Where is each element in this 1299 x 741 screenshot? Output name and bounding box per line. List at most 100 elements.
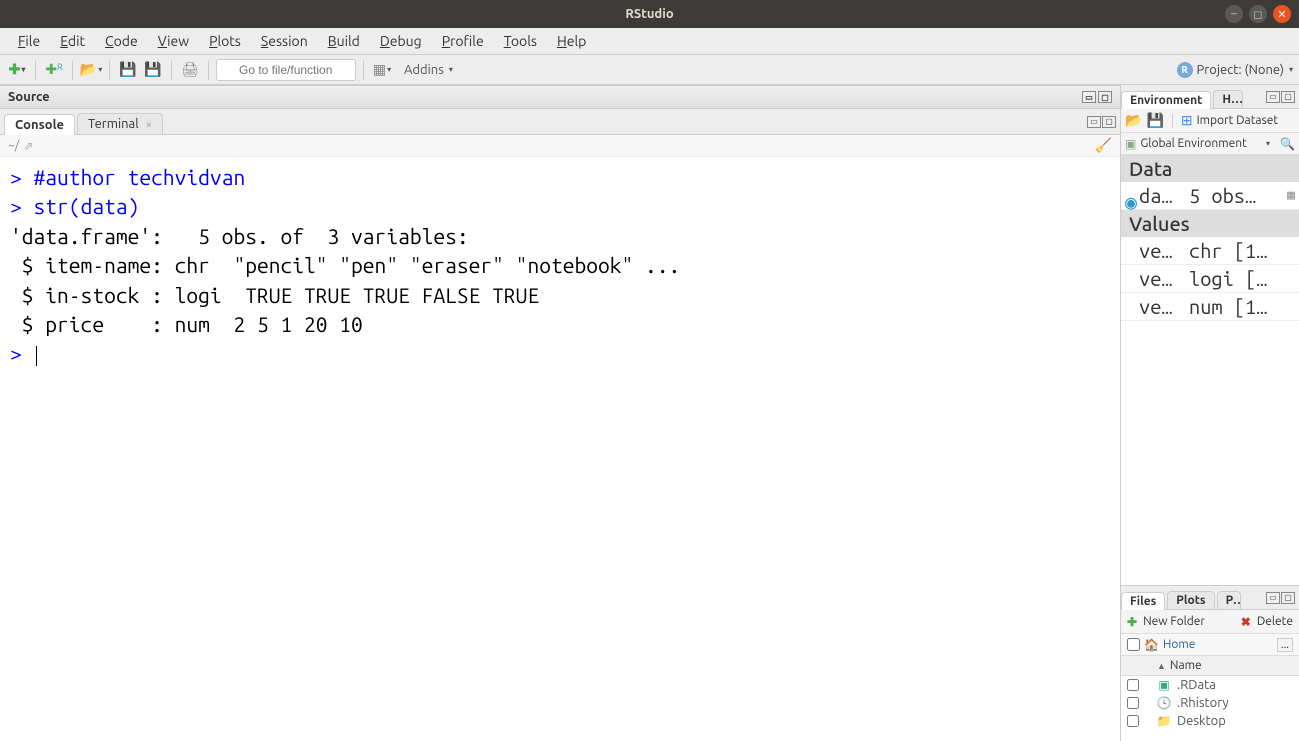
menu-session[interactable]: Session (251, 31, 318, 51)
files-list: ▣.RData🕓.Rhistory📁Desktop (1121, 676, 1299, 741)
menu-build[interactable]: Build (318, 31, 370, 51)
file-checkbox[interactable] (1127, 697, 1139, 709)
env-minimize-icon[interactable]: ▭ (1266, 91, 1280, 103)
separator (1172, 114, 1173, 128)
plots-tab[interactable]: Plots (1167, 591, 1214, 610)
window-titlebar: RStudio – ◻ ✕ (0, 0, 1299, 28)
env-maximize-icon[interactable]: ▢ (1281, 91, 1295, 103)
new-folder-button[interactable]: New Folder (1143, 615, 1205, 628)
open-file-icon[interactable]: 📂▾ (80, 59, 102, 81)
new-folder-plus-icon: ✚ (1127, 615, 1137, 629)
environment-tab[interactable]: Environment (1121, 91, 1211, 109)
project-indicator[interactable]: R Project: (None) ▾ (1177, 62, 1293, 78)
console-line: $ price : num 2 5 1 20 10 (10, 310, 1110, 339)
menu-file[interactable]: File (8, 31, 50, 51)
new-file-icon[interactable]: ✚▾ (6, 59, 28, 81)
console-line: 'data.frame': 5 obs. of 3 variables: (10, 222, 1110, 251)
rdata-file-icon: ▣ (1157, 678, 1171, 692)
files-column-header: ▲ Name (1121, 656, 1299, 676)
files-maximize-icon[interactable]: ▢ (1281, 592, 1295, 604)
packages-tab[interactable]: Pa (1217, 591, 1241, 610)
console-body[interactable]: > #author techvidvan> str(data)'data.fra… (0, 157, 1120, 741)
new-project-icon[interactable]: ✚R (43, 59, 65, 81)
menu-plots[interactable]: Plots (199, 31, 251, 51)
view-data-icon[interactable]: ▦ (1287, 188, 1295, 203)
menu-help[interactable]: Help (547, 31, 596, 51)
menu-code[interactable]: Code (95, 31, 148, 51)
source-maximize-icon[interactable]: ▢ (1098, 91, 1112, 103)
console-tab[interactable]: Console (4, 114, 75, 135)
terminal-close-icon[interactable]: × (146, 119, 152, 131)
files-breadcrumb: 🏠 Home ... (1121, 634, 1299, 656)
console-line: > #author techvidvan (10, 163, 1110, 192)
separator (171, 60, 172, 80)
env-row[interactable]: ve…num [1… (1121, 293, 1299, 321)
file-row[interactable]: ▣.RData (1121, 676, 1299, 694)
save-all-icon[interactable]: 💾 (142, 59, 164, 81)
console-tabs: Console Terminal × ▭ ▢ (0, 109, 1120, 135)
console-maximize-icon[interactable]: ▢ (1102, 116, 1116, 128)
home-icon[interactable]: 🏠 (1144, 638, 1159, 652)
menu-tools[interactable]: Tools (494, 31, 547, 51)
console-line: $ item-name: chr "pencil" "pen" "eraser"… (10, 251, 1110, 280)
main-area: Source ▭ ▢ Console Terminal × ▭ ▢ ~/ ⇗ 🧹… (0, 85, 1299, 741)
goto-file-wrap: ➦ (216, 59, 356, 81)
minimize-button[interactable]: – (1225, 5, 1243, 23)
window-title: RStudio (625, 7, 673, 21)
file-checkbox[interactable] (1127, 679, 1139, 691)
col-name-label[interactable]: Name (1170, 659, 1202, 672)
env-row[interactable]: ◉da…5 obs…▦ (1121, 182, 1299, 210)
files-toolbar: ✚ New Folder ✖ Delete (1121, 610, 1299, 634)
files-more-button[interactable]: ... (1277, 638, 1293, 652)
env-row[interactable]: ve…chr [1… (1121, 237, 1299, 265)
env-var-name: ve… (1139, 295, 1189, 318)
env-var-name: da… (1139, 184, 1189, 207)
search-env-icon[interactable]: 🔍 (1280, 137, 1295, 151)
save-icon[interactable]: 💾 (117, 59, 139, 81)
import-dataset-button[interactable]: Import Dataset (1197, 114, 1279, 127)
print-icon[interactable]: 🖨 (179, 59, 201, 81)
chevron-down-icon[interactable]: ▾ (1266, 139, 1270, 148)
files-minimize-icon[interactable]: ▭ (1266, 592, 1280, 604)
menubar: File Edit Code View Plots Session Build … (0, 28, 1299, 55)
console-link-icon[interactable]: ⇗ (23, 139, 33, 153)
environment-pane: Environment His ▭ ▢ 📂 💾 ⊞ Import Dataset… (1121, 85, 1299, 586)
import-dataset-icon[interactable]: ⊞ (1181, 112, 1193, 129)
delete-button[interactable]: Delete (1257, 615, 1293, 628)
environment-scope: ▣ Global Environment ▾ 🔍 (1121, 133, 1299, 155)
menu-view[interactable]: View (148, 31, 199, 51)
env-var-value: num [1… (1189, 295, 1295, 318)
menu-edit[interactable]: Edit (50, 31, 95, 51)
file-row[interactable]: 🕓.Rhistory (1121, 694, 1299, 712)
env-values-header: Values (1121, 210, 1299, 237)
console-minimize-icon[interactable]: ▭ (1087, 116, 1101, 128)
goto-file-input[interactable] (216, 59, 356, 81)
file-checkbox[interactable] (1127, 715, 1139, 727)
addins-button[interactable]: Addins ▾ (396, 61, 461, 79)
load-workspace-icon[interactable]: 📂 (1125, 112, 1142, 129)
menu-debug[interactable]: Debug (370, 31, 432, 51)
files-tab[interactable]: Files (1121, 592, 1165, 610)
console-line: > str(data) (10, 192, 1110, 221)
scope-label[interactable]: Global Environment (1140, 137, 1261, 150)
env-row[interactable]: ve…logi [… (1121, 265, 1299, 293)
breadcrumb-home[interactable]: Home (1163, 638, 1195, 651)
file-row[interactable]: 📁Desktop (1121, 712, 1299, 730)
console-line: $ in-stock : logi TRUE TRUE TRUE FALSE T… (10, 281, 1110, 310)
expand-icon[interactable]: ◉ (1125, 190, 1137, 202)
history-tab[interactable]: His (1213, 90, 1243, 109)
save-workspace-icon[interactable]: 💾 (1146, 112, 1163, 129)
close-button[interactable]: ✕ (1273, 5, 1291, 23)
files-select-all-checkbox[interactable] (1127, 638, 1140, 651)
grid-icon[interactable]: ▦▾ (371, 59, 393, 81)
terminal-tab[interactable]: Terminal × (77, 113, 163, 135)
sort-arrow-icon[interactable]: ▲ (1157, 661, 1166, 671)
maximize-button[interactable]: ◻ (1249, 5, 1267, 23)
clear-console-icon[interactable]: 🧹 (1095, 137, 1112, 154)
chevron-down-icon: ▾ (1289, 65, 1293, 74)
menu-profile[interactable]: Profile (432, 31, 494, 51)
project-label: Project: (None) (1197, 63, 1284, 77)
source-minimize-icon[interactable]: ▭ (1082, 91, 1096, 103)
delete-x-icon: ✖ (1241, 615, 1251, 629)
env-var-name: ve… (1139, 239, 1189, 262)
